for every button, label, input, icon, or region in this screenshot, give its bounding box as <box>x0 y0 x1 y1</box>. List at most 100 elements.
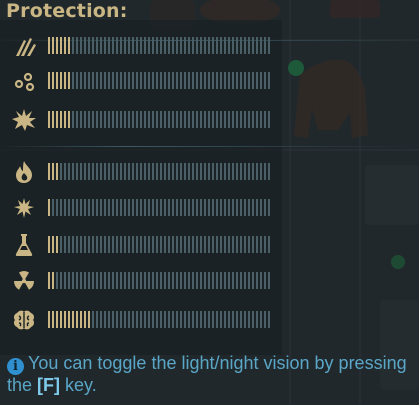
side-item-silhouette <box>365 165 419 225</box>
bar-tick-empty <box>228 163 230 180</box>
bar-tick-empty <box>220 37 222 54</box>
bar-tick-empty <box>76 236 78 253</box>
bar-tick-empty <box>184 236 186 253</box>
bar-tick-empty <box>208 272 210 289</box>
hint-message: i You can toggle the light/night vision b… <box>7 353 412 395</box>
bar-tick-empty <box>156 72 158 89</box>
bar-tick-filled <box>48 111 50 128</box>
bar-tick-empty <box>116 272 118 289</box>
bar-tick-empty <box>188 272 190 289</box>
bar-tick-empty <box>192 236 194 253</box>
bar-tick-empty <box>128 163 130 180</box>
bar-tick-empty <box>228 199 230 216</box>
protection-bar <box>48 37 270 54</box>
bar-tick-empty <box>256 311 258 328</box>
bar-tick-filled <box>48 236 50 253</box>
bar-tick-empty <box>96 272 98 289</box>
bar-tick-empty <box>128 37 130 54</box>
bar-tick-empty <box>84 111 86 128</box>
bar-tick-empty <box>168 236 170 253</box>
bar-tick-empty <box>232 111 234 128</box>
bar-tick-empty <box>192 199 194 216</box>
bar-tick-empty <box>176 72 178 89</box>
bar-tick-empty <box>88 72 90 89</box>
bar-tick-empty <box>212 163 214 180</box>
bar-tick-empty <box>256 272 258 289</box>
bar-tick-empty <box>224 111 226 128</box>
bar-tick-empty <box>224 163 226 180</box>
bar-tick-empty <box>168 37 170 54</box>
bar-tick-empty <box>268 311 270 328</box>
bar-tick-empty <box>176 111 178 128</box>
bar-tick-empty <box>164 163 166 180</box>
bar-tick-empty <box>180 111 182 128</box>
bar-tick-empty <box>172 37 174 54</box>
bar-tick-empty <box>240 111 242 128</box>
bar-tick-empty <box>228 272 230 289</box>
bar-tick-empty <box>204 72 206 89</box>
bar-tick-empty <box>216 72 218 89</box>
chemical-flask-icon <box>11 233 37 257</box>
bar-tick-empty <box>64 272 66 289</box>
bar-tick-empty <box>248 236 250 253</box>
bar-tick-empty <box>56 199 58 216</box>
protection-row-explosion <box>0 105 280 135</box>
bar-tick-empty <box>128 311 130 328</box>
bar-tick-empty <box>264 37 266 54</box>
bar-tick-empty <box>152 272 154 289</box>
bar-tick-empty <box>116 199 118 216</box>
bar-tick-empty <box>252 72 254 89</box>
bar-tick-empty <box>72 272 74 289</box>
bar-tick-empty <box>264 272 266 289</box>
protection-bar <box>48 163 270 180</box>
bar-tick-empty <box>236 311 238 328</box>
bar-tick-empty <box>68 236 70 253</box>
bar-tick-empty <box>120 37 122 54</box>
bar-tick-empty <box>112 272 114 289</box>
bar-tick-empty <box>180 163 182 180</box>
bar-tick-empty <box>268 37 270 54</box>
bar-tick-empty <box>176 272 178 289</box>
bar-tick-empty <box>236 272 238 289</box>
bar-tick-empty <box>108 163 110 180</box>
bar-tick-empty <box>252 163 254 180</box>
bar-tick-empty <box>168 111 170 128</box>
bar-tick-empty <box>124 37 126 54</box>
bar-tick-empty <box>88 272 90 289</box>
bar-tick-empty <box>220 163 222 180</box>
bar-tick-empty <box>80 37 82 54</box>
bar-tick-empty <box>84 199 86 216</box>
bar-tick-empty <box>100 72 102 89</box>
bar-tick-empty <box>248 199 250 216</box>
bar-tick-empty <box>256 199 258 216</box>
bar-tick-empty <box>96 111 98 128</box>
bar-tick-empty <box>220 236 222 253</box>
bar-tick-empty <box>100 272 102 289</box>
bar-tick-empty <box>260 37 262 54</box>
bar-tick-empty <box>252 111 254 128</box>
bar-tick-empty <box>184 311 186 328</box>
bar-tick-empty <box>124 311 126 328</box>
bar-tick-empty <box>260 163 262 180</box>
electric-shock-icon <box>11 196 37 220</box>
bar-tick-empty <box>188 311 190 328</box>
bar-tick-empty <box>108 37 110 54</box>
bar-tick-empty <box>108 311 110 328</box>
protection-row-radiation <box>0 266 280 296</box>
bar-tick-empty <box>100 311 102 328</box>
bar-tick-empty <box>92 163 94 180</box>
bar-tick-empty <box>140 72 142 89</box>
bar-tick-empty <box>224 272 226 289</box>
bar-tick-filled <box>60 311 62 328</box>
bar-tick-empty <box>140 311 142 328</box>
bar-tick-empty <box>144 163 146 180</box>
protection-row-shock <box>0 193 280 223</box>
bar-tick-filled <box>56 111 58 128</box>
bar-tick-empty <box>192 311 194 328</box>
bar-tick-empty <box>264 236 266 253</box>
bar-tick-empty <box>60 272 62 289</box>
bar-tick-empty <box>228 72 230 89</box>
bar-tick-empty <box>204 272 206 289</box>
bar-tick-empty <box>108 236 110 253</box>
jacket-silhouette <box>294 59 368 138</box>
